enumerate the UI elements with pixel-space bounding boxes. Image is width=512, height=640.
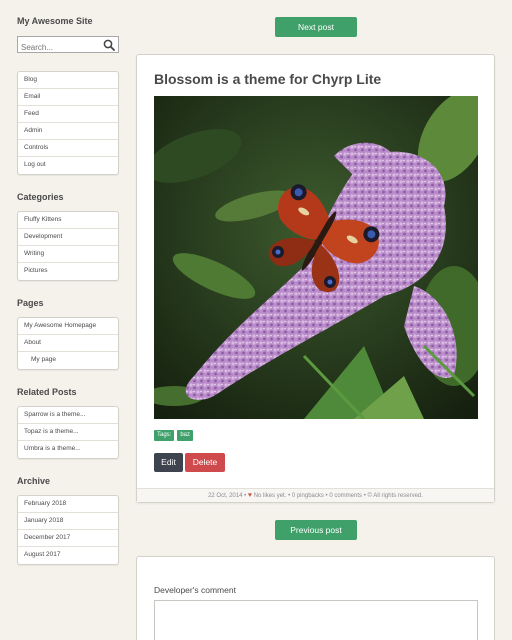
related-post-item[interactable]: Sparrow is a theme... <box>18 407 118 424</box>
search-box <box>17 36 119 55</box>
menu-item-email[interactable]: Email <box>18 89 118 106</box>
post-meta: 22 Oct, 2014 • ♥ No likes yet. • 0 pingb… <box>137 488 494 502</box>
site-title[interactable]: My Awesome Site <box>17 16 119 27</box>
comments-count[interactable]: 0 comments <box>329 493 362 499</box>
menu-item-feed[interactable]: Feed <box>18 106 118 123</box>
likes-text: No likes yet. <box>253 493 287 499</box>
related-post-item[interactable]: Topaz is a theme... <box>18 424 118 441</box>
category-item[interactable]: Fluffy Kittens <box>18 212 118 229</box>
sidebar: My Awesome Site Blog Email Feed Admin Co… <box>17 16 119 565</box>
categories-list: Fluffy Kittens Development Writing Pictu… <box>17 211 119 281</box>
tags: Tags: baz <box>154 430 194 441</box>
post-date[interactable]: 22 Oct, 2014 <box>208 493 242 499</box>
heart-icon[interactable]: ♥ <box>248 492 252 499</box>
pingbacks-count[interactable]: 0 pingbacks <box>292 493 324 499</box>
menu-item-logout[interactable]: Log out <box>18 157 118 174</box>
tags-label: Tags: <box>154 430 175 441</box>
related-posts-title: Related Posts <box>17 387 77 397</box>
comment-label: Developer's comment <box>154 585 236 595</box>
archive-item[interactable]: December 2017 <box>18 530 118 547</box>
page-item[interactable]: My page <box>18 352 118 369</box>
search-input[interactable] <box>18 40 102 55</box>
post-image <box>154 96 478 419</box>
categories-title: Categories <box>17 192 64 202</box>
archive-item[interactable]: January 2018 <box>18 513 118 530</box>
search-icon[interactable] <box>103 39 115 51</box>
pages-title: Pages <box>17 298 44 308</box>
related-posts-list: Sparrow is a theme... Topaz is a theme..… <box>17 406 119 459</box>
archive-item[interactable]: February 2018 <box>18 496 118 513</box>
related-post-item[interactable]: Umbra is a theme... <box>18 441 118 458</box>
category-item[interactable]: Pictures <box>18 263 118 280</box>
page-item[interactable]: About <box>18 335 118 352</box>
butterfly-photo <box>154 96 478 419</box>
category-item[interactable]: Writing <box>18 246 118 263</box>
category-item[interactable]: Development <box>18 229 118 246</box>
edit-button[interactable]: Edit <box>154 453 183 472</box>
menu-item-controls[interactable]: Controls <box>18 140 118 157</box>
post-title[interactable]: Blossom is a theme for Chyrp Lite <box>154 71 381 87</box>
rights-text: © All rights reserved. <box>367 493 423 499</box>
archive-title: Archive <box>17 476 51 486</box>
archive-list: February 2018 January 2018 December 2017… <box>17 495 119 565</box>
post-card: Blossom is a theme for Chyrp Lite Tags: … <box>136 54 495 503</box>
pages-list: My Awesome Homepage About My page <box>17 317 119 370</box>
menu-item-blog[interactable]: Blog <box>18 72 118 89</box>
delete-button[interactable]: Delete <box>185 453 225 472</box>
tag-link[interactable]: baz <box>177 430 194 441</box>
page-item[interactable]: My Awesome Homepage <box>18 318 118 335</box>
comment-form: Developer's comment <box>136 556 495 640</box>
main-menu: Blog Email Feed Admin Controls Log out <box>17 71 119 175</box>
menu-item-admin[interactable]: Admin <box>18 123 118 140</box>
next-post-button[interactable]: Next post <box>275 17 357 37</box>
archive-item[interactable]: August 2017 <box>18 547 118 564</box>
comment-textarea[interactable] <box>154 600 478 640</box>
previous-post-button[interactable]: Previous post <box>275 520 357 540</box>
